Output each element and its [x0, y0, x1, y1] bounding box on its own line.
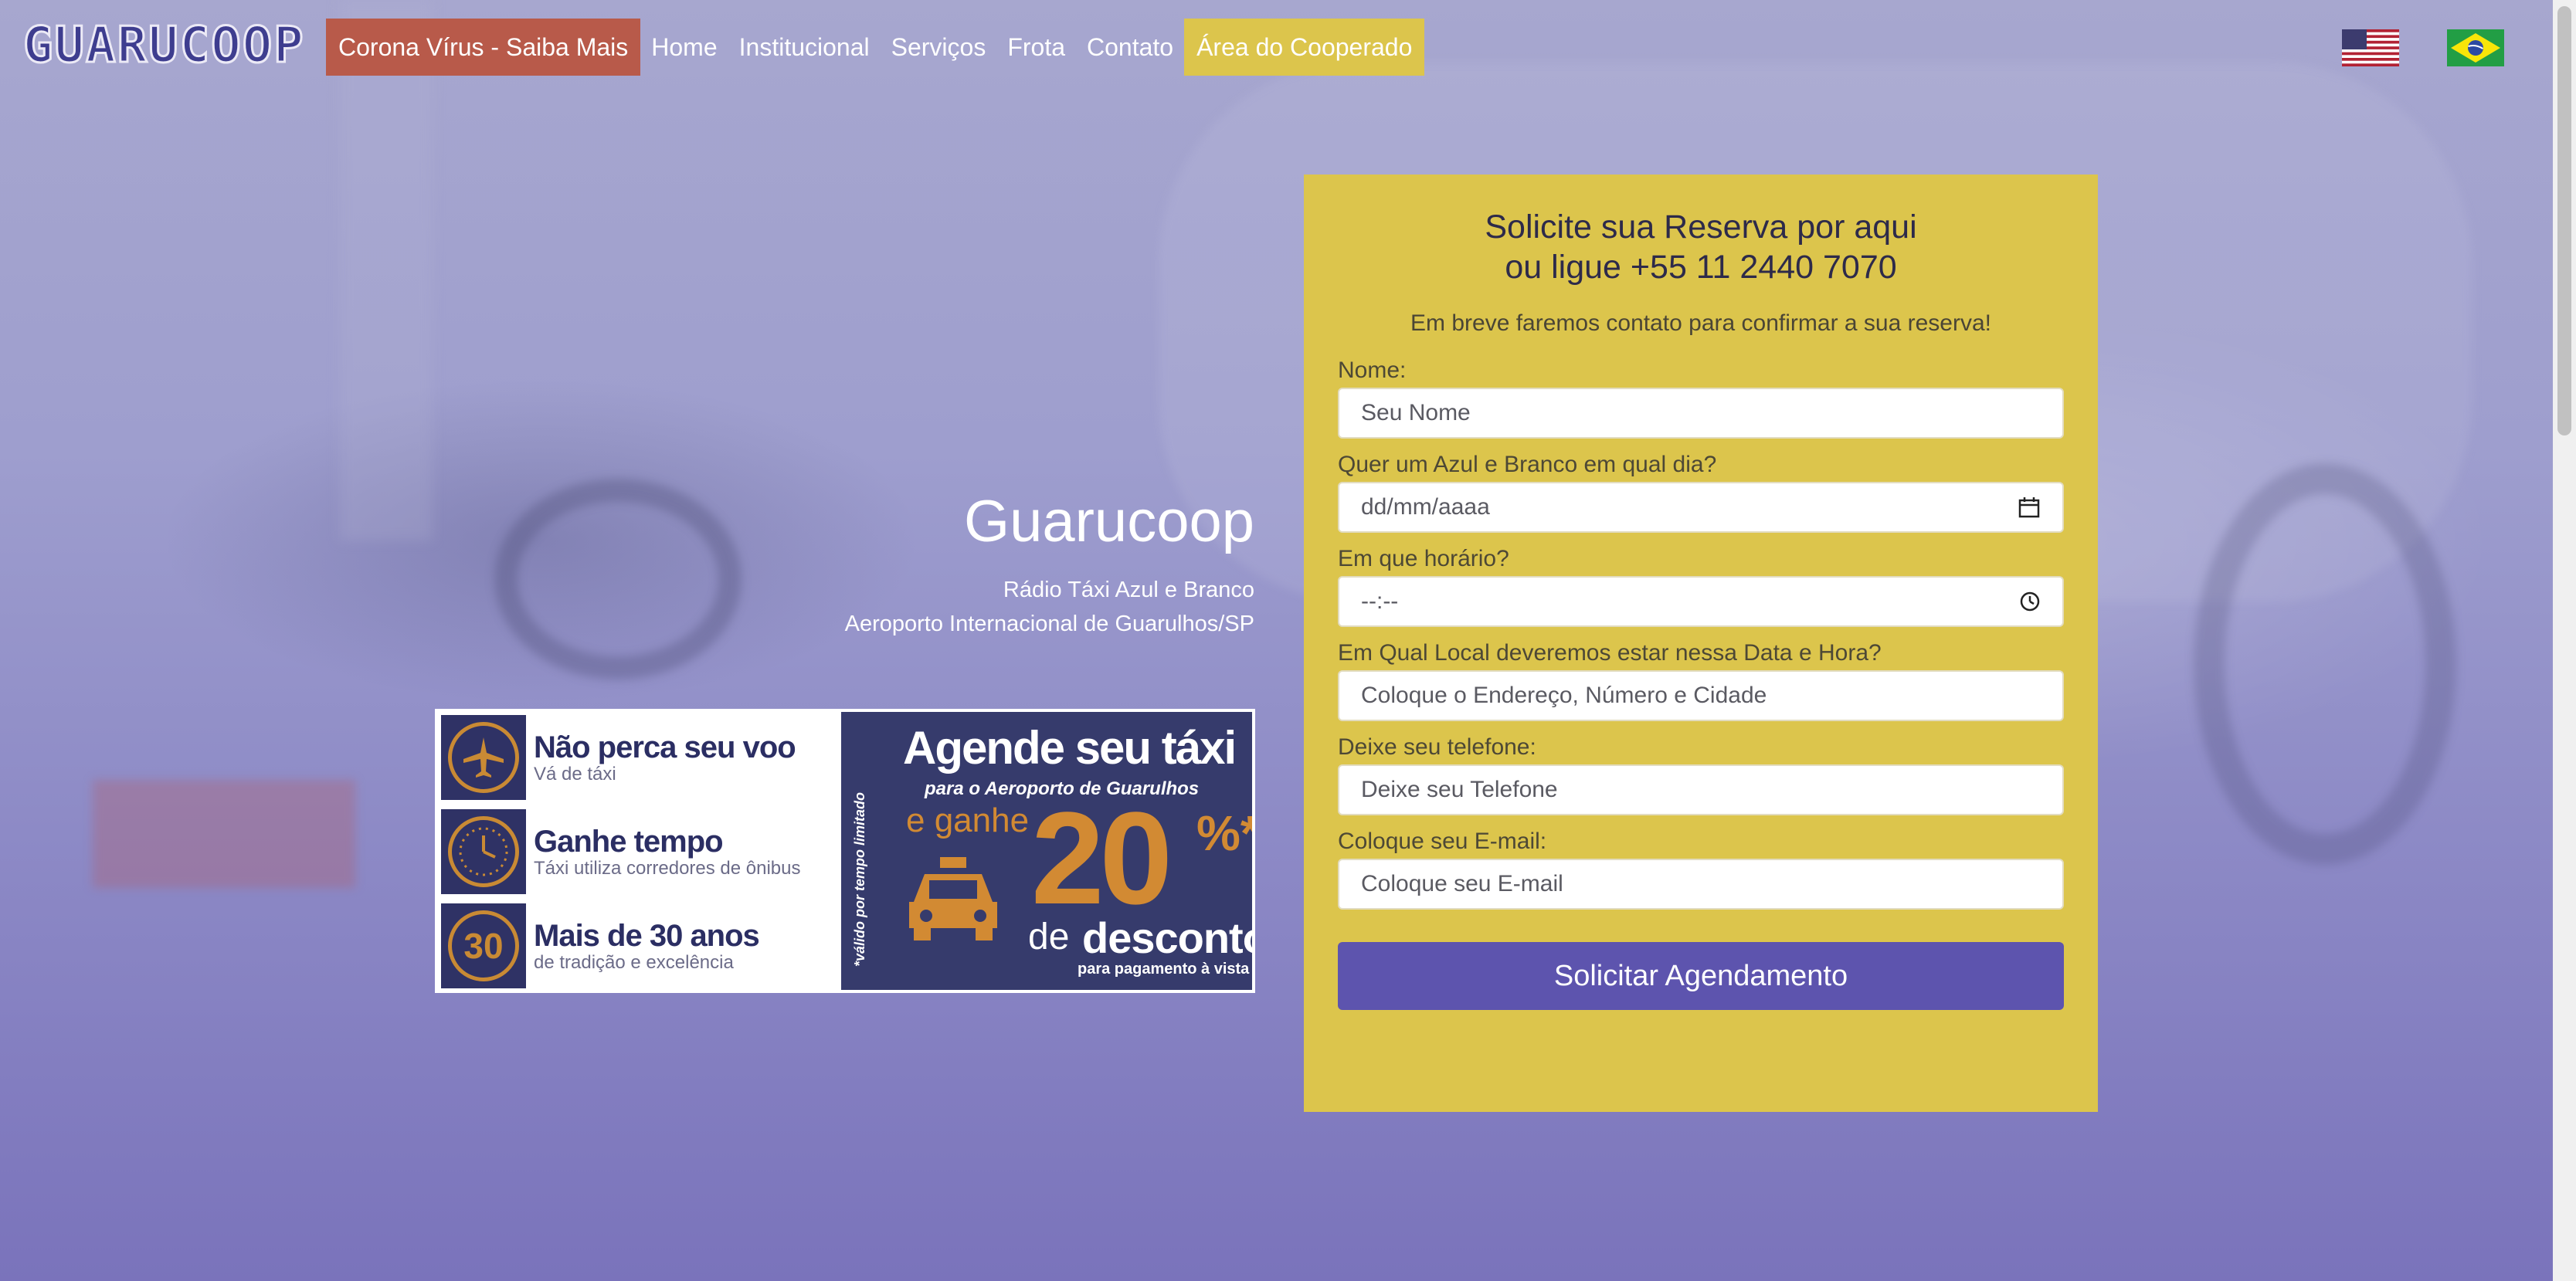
banner-discount: Agende seu táxi para o Aeroporto de Guar… — [841, 712, 1252, 990]
email-label: Coloque seu E-mail: — [1338, 829, 1547, 854]
page-scrollbar[interactable] — [2553, 0, 2576, 1281]
flag-us-icon[interactable] — [2342, 29, 2399, 66]
hero-line-1: Rádio Táxi Azul e Branco — [1003, 578, 1254, 602]
banner-pagamento: para pagamento à vista — [1078, 961, 1250, 978]
time-placeholder: --:-- — [1361, 588, 1399, 614]
date-input[interactable]: dd/mm/aaaa — [1338, 482, 2064, 533]
nav-home[interactable]: Home — [640, 19, 728, 76]
nav-institucional[interactable]: Institucional — [728, 19, 881, 76]
navbar: GUARUCOOP Corona Vírus - Saiba Mais Home… — [0, 0, 2576, 93]
name-placeholder: Seu Nome — [1361, 400, 1471, 425]
hero-subtitle: Rádio Táxi Azul e Branco Aeroporto Inter… — [695, 573, 1254, 641]
taxi-icon — [909, 857, 997, 940]
form-title-line-2: ou ligue +55 11 2440 7070 — [1505, 249, 1897, 286]
flag-br-icon[interactable] — [2447, 29, 2504, 66]
nav-area-cooperado[interactable]: Área do Cooperado — [1184, 19, 1425, 76]
phone-input[interactable]: Deixe seu Telefone — [1338, 764, 2064, 815]
banner-row-subtext: Vá de táxi — [534, 764, 616, 785]
main-nav: Corona Vírus - Saiba Mais Home Instituci… — [326, 19, 1425, 76]
location-input[interactable]: Coloque o Endereço, Número e Cidade — [1338, 670, 2064, 721]
clock-icon — [448, 816, 519, 887]
nav-frota[interactable]: Frota — [996, 19, 1076, 76]
name-input[interactable]: Seu Nome — [1338, 388, 2064, 439]
banner-e-ganhe: e ganhe — [906, 801, 1030, 839]
logo-text: GUARUCOOP — [22, 16, 305, 76]
form-description: Em breve faremos contato para confirmar … — [1410, 310, 1991, 336]
banner-de: de — [1028, 917, 1070, 957]
background-wheel-right — [2194, 463, 2456, 865]
hero-title: Guarucoop — [963, 489, 1254, 554]
banner-row: Ganhe tempo Táxi utiliza corredores de ô… — [441, 809, 835, 894]
banner-disclaimer: *válido por tempo limitado — [852, 791, 867, 967]
banner-desconto: desconto — [1082, 913, 1252, 962]
email-input[interactable]: Coloque seu E-mail — [1338, 859, 2064, 910]
banner-row: 30 Mais de 30 anos de tradição e excelên… — [441, 903, 835, 988]
airplane-icon — [448, 722, 519, 793]
scrollbar-thumb[interactable] — [2557, 6, 2571, 435]
time-label: Em que horário? — [1338, 546, 1509, 571]
clock-icon[interactable] — [2019, 591, 2041, 612]
nav-contato[interactable]: Contato — [1076, 19, 1184, 76]
promo-banner[interactable]: Não perca seu voo Vá de táxi Ganhe tempo… — [435, 709, 1255, 993]
banner-headline: Agende seu táxi — [903, 722, 1237, 774]
banner-percent-sign: %* — [1196, 805, 1252, 861]
nav-corona-virus[interactable]: Corona Vírus - Saiba Mais — [326, 19, 641, 76]
banner-row-heading: Ganhe tempo — [534, 825, 724, 859]
banner-row: Não perca seu voo Vá de táxi — [441, 715, 835, 800]
banner-row-subtext: Táxi utiliza corredores de ônibus — [534, 858, 801, 879]
name-label: Nome: — [1338, 358, 1407, 383]
location-label: Em Qual Local deveremos estar nessa Data… — [1338, 640, 1882, 666]
hero-line-2: Aeroporto Internacional de Guarulhos/SP — [844, 612, 1254, 636]
phone-label: Deixe seu telefone: — [1338, 734, 1536, 760]
date-label: Quer um Azul e Branco em qual dia? — [1338, 452, 1717, 477]
banner-percent: 20 — [1031, 785, 1173, 932]
banner-row-subtext: de tradição e excelência — [534, 952, 734, 973]
background-red-plate — [93, 780, 355, 888]
email-placeholder: Coloque seu E-mail — [1361, 871, 1563, 896]
banner-row-heading: Não perca seu voo — [534, 730, 796, 764]
submit-button[interactable]: Solicitar Agendamento — [1338, 942, 2064, 1010]
reservation-form: Solicite sua Reserva por aqui ou ligue +… — [1304, 175, 2098, 1112]
form-title: Solicite sua Reserva por aqui ou ligue +… — [1338, 207, 2064, 287]
form-title-line-1: Solicite sua Reserva por aqui — [1485, 208, 1917, 246]
brand-logo[interactable]: GUARUCOOP — [22, 16, 305, 76]
phone-placeholder: Deixe seu Telefone — [1361, 777, 1558, 802]
calendar-icon[interactable] — [2018, 496, 2041, 519]
time-input[interactable]: --:-- — [1338, 576, 2064, 627]
banner-row-heading: Mais de 30 anos — [534, 919, 760, 953]
banner-benefits: Não perca seu voo Vá de táxi Ganhe tempo… — [438, 712, 841, 990]
badge-30-icon: 30 — [448, 910, 519, 981]
date-placeholder: dd/mm/aaaa — [1361, 494, 1490, 520]
location-placeholder: Coloque o Endereço, Número e Cidade — [1361, 683, 1767, 708]
nav-servicos[interactable]: Serviços — [881, 19, 997, 76]
